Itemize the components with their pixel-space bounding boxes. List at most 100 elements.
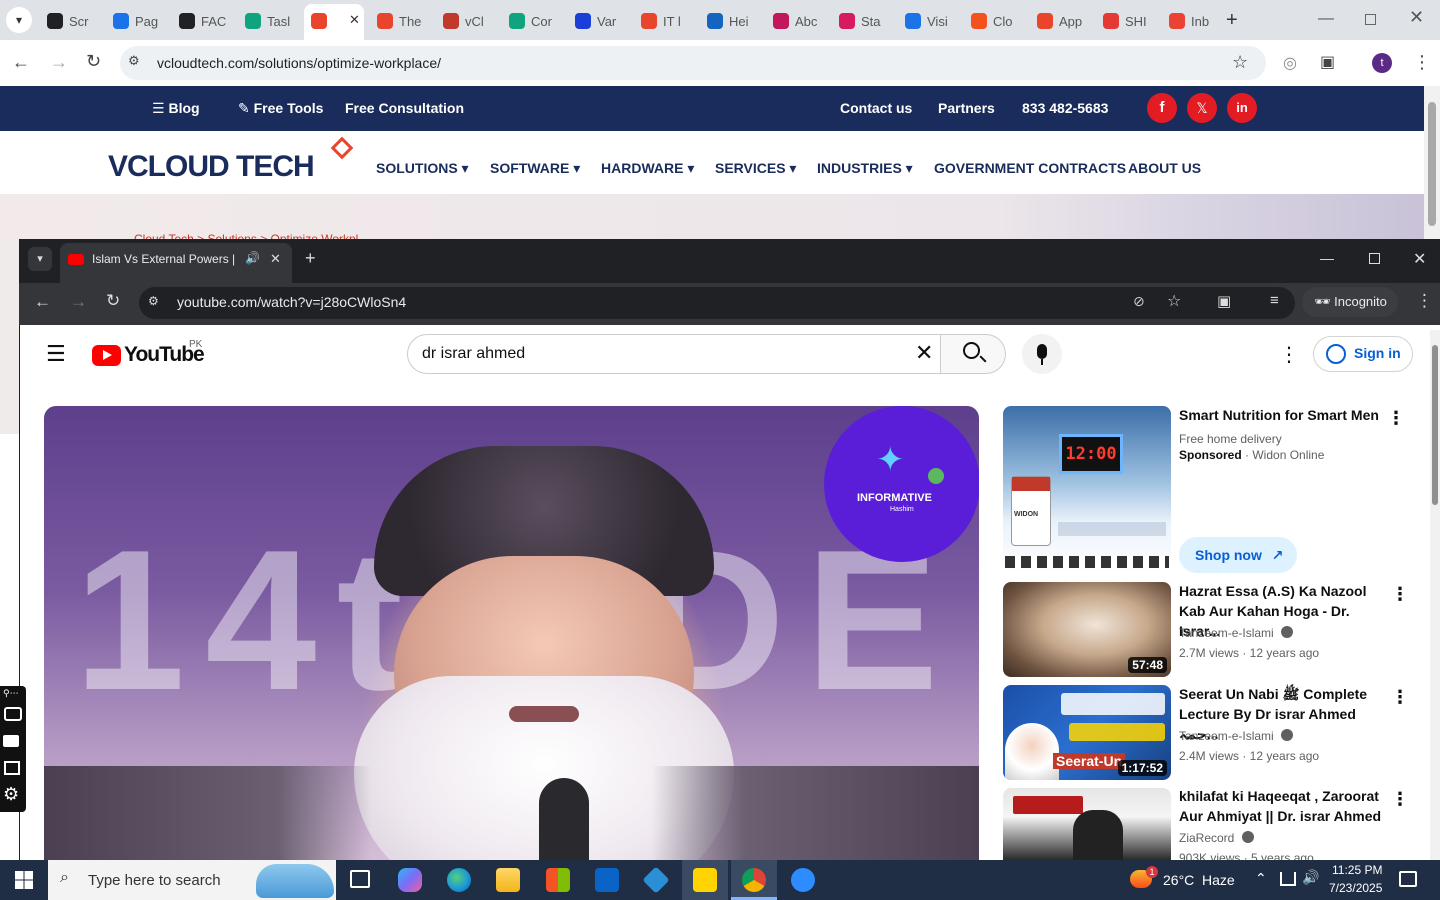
site-nav-item[interactable]: INDUSTRIES ▾: [817, 160, 913, 177]
taskbar-clock-date[interactable]: 7/23/2025: [1329, 881, 1382, 895]
incognito-reload-icon[interactable]: ↻: [106, 291, 120, 311]
free-consultation-link[interactable]: Free Consultation: [345, 100, 464, 116]
contact-link[interactable]: Contact us: [840, 100, 912, 116]
phone-link[interactable]: 833 482-5683: [1022, 100, 1108, 116]
ad-thumbnail[interactable]: 12:00 WIDON: [1003, 406, 1171, 572]
background-tab-5[interactable]: ✕: [311, 8, 371, 34]
file-explorer-icon[interactable]: [496, 868, 520, 892]
background-tab-7[interactable]: vCl: [443, 8, 503, 34]
weather-description[interactable]: Haze: [1202, 872, 1235, 888]
ad-title[interactable]: Smart Nutrition for Smart Men: [1179, 405, 1379, 425]
media-controls-icon[interactable]: ≡: [1270, 292, 1279, 309]
sign-in-button[interactable]: Sign in: [1313, 336, 1413, 372]
x-twitter-icon[interactable]: 𝕏: [1187, 93, 1217, 123]
extensions-icon[interactable]: ▣: [1320, 52, 1335, 72]
close-window-button[interactable]: ✕: [1409, 7, 1424, 28]
edge-icon[interactable]: [447, 868, 471, 892]
recommendation-thumbnail-2[interactable]: Seerat-Un 1:17:52: [1003, 685, 1171, 780]
background-tab-10[interactable]: IT l: [641, 8, 701, 34]
site-nav-item[interactable]: SOFTWARE ▾: [490, 160, 580, 177]
show-hidden-icons-chevron-icon[interactable]: ⌃: [1255, 870, 1267, 887]
incognito-tab-search-button[interactable]: ▾: [28, 247, 52, 271]
youtube-scrollbar-thumb[interactable]: [1432, 345, 1438, 505]
site-nav-item[interactable]: HARDWARE ▾: [601, 160, 694, 177]
microsoft-store-icon[interactable]: [546, 868, 570, 892]
background-tab-4[interactable]: Tasl: [245, 8, 305, 34]
background-tab-3[interactable]: FAC: [179, 8, 239, 34]
recommendation-title-3[interactable]: khilafat ki Haqeeqat , Zaroorat Aur Ahmi…: [1179, 786, 1384, 826]
incognito-badge[interactable]: 🕶 Incognito: [1302, 287, 1398, 317]
site-nav-item[interactable]: SERVICES ▾: [715, 160, 796, 177]
tab-close-icon[interactable]: ✕: [349, 12, 360, 28]
channel-watermark[interactable]: ✦ INFORMATIVE Hashim: [824, 406, 979, 562]
windows-icon[interactable]: [4, 761, 20, 775]
partners-link[interactable]: Partners: [938, 100, 995, 116]
weather-temperature[interactable]: 26°C: [1163, 872, 1194, 888]
notifications-icon[interactable]: [1399, 871, 1417, 887]
search-clear-icon[interactable]: ✕: [915, 340, 933, 366]
incognito-site-info-icon[interactable]: ⚙: [148, 294, 159, 308]
site-info-icon[interactable]: ⚙: [128, 53, 140, 69]
youtube-logo[interactable]: YouTube: [92, 343, 205, 367]
incognito-tab-close-icon[interactable]: ✕: [270, 251, 281, 267]
linkedin-icon[interactable]: in: [1227, 93, 1257, 123]
hamburger-menu-icon[interactable]: ☰: [46, 341, 66, 367]
incognito-minimize-button[interactable]: —: [1320, 250, 1334, 266]
incognito-back-icon[interactable]: ←: [34, 292, 51, 312]
tab-search-button[interactable]: ▾: [6, 7, 32, 33]
globe-icon[interactable]: ◎: [1283, 53, 1297, 73]
video-camera-icon[interactable]: [3, 735, 19, 747]
youtube-settings-kebab-icon[interactable]: ⋮: [1279, 342, 1299, 367]
profile-avatar[interactable]: t: [1372, 53, 1392, 73]
chrome-icon[interactable]: [742, 868, 766, 892]
site-logo[interactable]: VCLOUD TECH: [108, 150, 315, 184]
background-tab-18[interactable]: Inb: [1169, 8, 1229, 34]
restore-button[interactable]: [1365, 14, 1376, 25]
ad-options-kebab-icon[interactable]: ⋮: [1387, 408, 1405, 429]
new-tab-button[interactable]: +: [1226, 9, 1238, 32]
recommendation-channel-2[interactable]: Tanzeem-e-Islami: [1179, 727, 1294, 745]
bookmark-star-icon[interactable]: ☆: [1232, 52, 1248, 73]
camera-icon[interactable]: [4, 707, 22, 721]
back-icon[interactable]: ←: [12, 52, 30, 73]
recommendation-options-kebab-icon-2[interactable]: ⋮: [1391, 687, 1409, 708]
windows-start-icon[interactable]: [15, 871, 33, 889]
shop-now-button[interactable]: Shop now ↗: [1179, 537, 1297, 573]
facebook-icon[interactable]: f: [1147, 93, 1177, 123]
background-tab-14[interactable]: Visi: [905, 8, 965, 34]
tab-audio-icon[interactable]: 🔊: [245, 251, 260, 265]
incognito-new-tab-button[interactable]: +: [305, 248, 316, 269]
background-tab-16[interactable]: App: [1037, 8, 1097, 34]
incognito-forward-icon[interactable]: →: [70, 292, 87, 312]
zoom-icon[interactable]: [791, 868, 815, 892]
site-nav-item[interactable]: GOVERNMENT CONTRACTS: [934, 160, 1126, 176]
background-tab-11[interactable]: Hei: [707, 8, 767, 34]
reload-icon[interactable]: ↻: [86, 51, 101, 72]
task-view-icon[interactable]: [350, 870, 370, 888]
network-icon[interactable]: [1280, 872, 1296, 886]
tracking-blocked-icon[interactable]: ⊘: [1133, 293, 1145, 310]
recommendation-channel-3[interactable]: ZiaRecord: [1179, 829, 1254, 847]
background-tab-6[interactable]: The: [377, 8, 437, 34]
recommendation-thumbnail-1[interactable]: 57:48: [1003, 582, 1171, 677]
background-tab-9[interactable]: Var: [575, 8, 635, 34]
background-tab-15[interactable]: Clo: [971, 8, 1031, 34]
background-tab-13[interactable]: Sta: [839, 8, 899, 34]
capture-more-icon[interactable]: ⚲⋯: [3, 688, 19, 699]
copilot-icon[interactable]: [398, 868, 422, 892]
video-player[interactable]: 14th DE ✦ INFORMATIVE Hashim: [44, 406, 979, 866]
incognito-bookmark-icon[interactable]: ☆: [1167, 291, 1181, 311]
incognito-close-window-button[interactable]: ✕: [1413, 249, 1426, 269]
incognito-extensions-icon[interactable]: ▣: [1217, 292, 1231, 310]
settings-gear-icon[interactable]: ⚙: [3, 784, 19, 805]
background-tab-17[interactable]: SHI: [1103, 8, 1163, 34]
taskbar-clock-time[interactable]: 11:25 PM: [1332, 863, 1382, 877]
background-tab-12[interactable]: Abc: [773, 8, 833, 34]
background-tab-2[interactable]: Pag: [113, 8, 173, 34]
youtube-search-input[interactable]: [422, 342, 902, 366]
recommendation-thumbnail-3[interactable]: [1003, 788, 1171, 860]
volume-icon[interactable]: 🔊: [1302, 869, 1319, 886]
recommendation-options-kebab-icon-3[interactable]: ⋮: [1391, 789, 1409, 810]
background-tab-8[interactable]: Cor: [509, 8, 569, 34]
incognito-menu-icon[interactable]: ⋮: [1416, 291, 1433, 311]
